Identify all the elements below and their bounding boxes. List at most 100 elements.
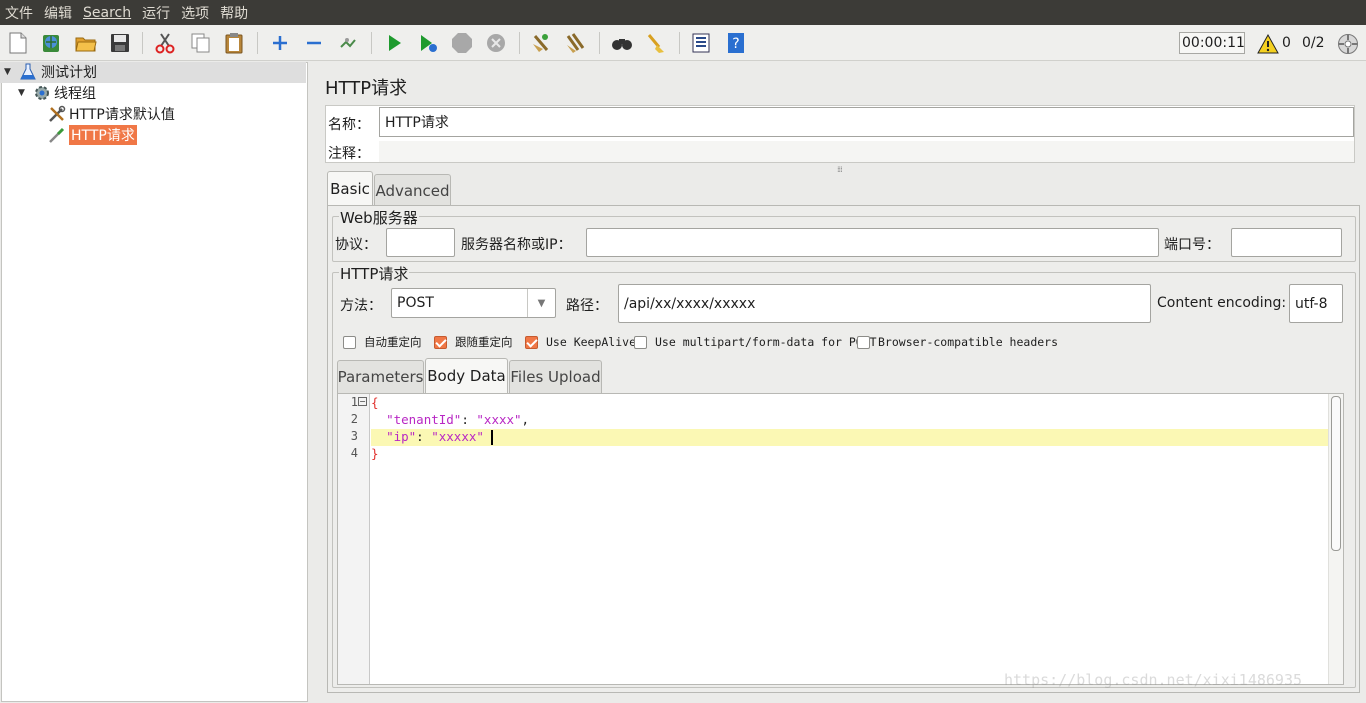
toggle-icon[interactable] (336, 31, 360, 55)
cut-icon[interactable] (153, 31, 177, 55)
start-icon[interactable] (382, 31, 406, 55)
vertical-scrollbar[interactable] (1328, 394, 1343, 684)
expand-toggle-test-plan[interactable]: ▼ (4, 67, 14, 77)
checkbox-box[interactable] (434, 335, 447, 349)
tree-item-label: 线程组 (54, 86, 96, 102)
panel-splitter[interactable] (309, 62, 313, 702)
keepalive-checkbox[interactable]: Use KeepAlive (525, 334, 636, 350)
path-label: 路径： (566, 298, 608, 314)
name-label: 名称： (328, 117, 370, 133)
line-number: 2 (350, 412, 358, 426)
comment-label: 注释： (328, 146, 370, 162)
line-number-gutter: 1 2 3 4 − (338, 394, 370, 684)
comment-row: 注释： (325, 141, 1355, 163)
chevron-down-icon[interactable]: ▼ (527, 289, 555, 317)
checkbox-box[interactable] (634, 335, 647, 349)
tab-files-upload[interactable]: Files Upload (509, 360, 602, 393)
open-icon[interactable] (74, 31, 98, 55)
expand-icon[interactable] (268, 31, 292, 55)
clear-all-icon[interactable] (564, 31, 588, 55)
path-field[interactable] (618, 284, 1151, 323)
help-icon[interactable]: ? (724, 31, 748, 55)
tab-advanced[interactable]: Advanced (374, 174, 451, 206)
watermark: https://blog.csdn.net/xixi1486935 (1004, 671, 1303, 689)
start-no-pause-icon[interactable] (416, 31, 440, 55)
auto-redirect-checkbox[interactable]: 自动重定向 (343, 334, 422, 350)
name-field[interactable] (379, 107, 1354, 137)
fold-collapse-icon[interactable]: − (358, 397, 367, 406)
tree-item-http-request[interactable]: HTTP请求 (48, 125, 137, 145)
checkbox-box[interactable] (857, 335, 870, 349)
svg-text:?: ? (732, 36, 739, 52)
toolbar: ? 00:00:11 0 0/2 (0, 25, 1366, 61)
remote-status-icon[interactable] (1336, 32, 1360, 56)
shutdown-icon[interactable] (484, 31, 508, 55)
clear-icon[interactable] (529, 31, 553, 55)
menu-help[interactable]: 帮助 (220, 3, 248, 23)
tree-item-test-plan[interactable]: 测试计划 (20, 62, 97, 82)
protocol-field[interactable] (386, 228, 455, 257)
save-icon[interactable] (108, 31, 132, 55)
search-icon[interactable] (610, 31, 634, 55)
paste-icon[interactable] (222, 31, 246, 55)
body-data-editor[interactable]: 1 2 3 4 − { "tenantId": "xxxx", "ip": "x… (337, 393, 1344, 685)
expand-toggle-thread-group[interactable]: ▼ (18, 88, 28, 98)
menu-run[interactable]: 运行 (142, 3, 170, 23)
method-select[interactable]: POST ▼ (391, 288, 556, 318)
tree-item-label: 测试计划 (41, 65, 97, 81)
tree-item-label: HTTP请求 (69, 125, 137, 145)
server-name-label: 服务器名称或IP： (461, 237, 572, 253)
menu-options[interactable]: 选项 (181, 3, 209, 23)
comment-field[interactable] (379, 141, 1354, 162)
checkbox-label: Browser-compatible headers (878, 335, 1059, 349)
checkbox-label: Use multipart/form-data for POST (655, 335, 877, 349)
text-caret (491, 430, 493, 445)
code-line-3: "ip": "xxxxx" (386, 429, 484, 444)
active-threads-count: 0/2 (1302, 35, 1325, 51)
protocol-label: 协议： (335, 237, 377, 253)
warning-icon[interactable] (1256, 32, 1280, 56)
warning-count: 0 (1282, 35, 1291, 51)
line-number: 1 (350, 395, 358, 409)
port-label: 端口号： (1164, 237, 1220, 253)
menu-bar: 文件 编辑 Search 运行 选项 帮助 (0, 0, 1366, 25)
checkbox-label: 自动重定向 (364, 335, 422, 349)
checkbox-box[interactable] (525, 335, 538, 349)
tab-parameters[interactable]: Parameters (337, 360, 424, 393)
content-encoding-field[interactable] (1289, 284, 1343, 323)
tab-body-data[interactable]: Body Data (425, 358, 508, 393)
browser-compatible-checkbox[interactable]: Browser-compatible headers (857, 334, 1058, 350)
gear-icon (33, 84, 51, 102)
copy-icon[interactable] (188, 31, 212, 55)
tree-item-label: HTTP请求默认值 (69, 107, 175, 123)
menu-file[interactable]: 文件 (5, 3, 33, 23)
method-label: 方法： (340, 298, 382, 314)
tree-item-http-defaults[interactable]: HTTP请求默认值 (48, 104, 175, 124)
resize-grip-icon[interactable]: ⁞⁞⁞ (837, 165, 843, 174)
new-icon[interactable] (6, 31, 30, 55)
checkbox-box[interactable] (343, 335, 356, 349)
port-field[interactable] (1231, 228, 1342, 257)
code-line-4: } (371, 446, 379, 461)
templates-icon[interactable] (39, 31, 63, 55)
page-title: HTTP请求 (325, 78, 408, 99)
follow-redirect-checkbox[interactable]: 跟随重定向 (434, 334, 513, 350)
stop-icon[interactable] (450, 31, 474, 55)
name-row: 名称： (325, 105, 1355, 141)
menu-search[interactable]: Search (83, 5, 131, 21)
code-line-2: "tenantId": "xxxx", (386, 412, 530, 427)
scrollbar-thumb[interactable] (1331, 396, 1341, 551)
wrench-icon (48, 105, 66, 123)
menu-edit[interactable]: 编辑 (44, 3, 72, 23)
collapse-icon[interactable] (302, 31, 326, 55)
multipart-checkbox[interactable]: Use multipart/form-data for POST (634, 334, 877, 350)
reset-search-icon[interactable] (644, 31, 668, 55)
test-plan-tree (1, 62, 308, 702)
flask-icon (20, 63, 38, 81)
tab-basic[interactable]: Basic (327, 171, 373, 206)
tree-item-thread-group[interactable]: 线程组 (33, 83, 96, 103)
function-helper-icon[interactable] (689, 31, 713, 55)
http-request-panel: HTTP请求 名称： 注释： ⁞⁞⁞ Basic Advanced Web服务器… (315, 62, 1366, 703)
pipette-icon (48, 126, 66, 144)
server-name-field[interactable] (586, 228, 1159, 257)
